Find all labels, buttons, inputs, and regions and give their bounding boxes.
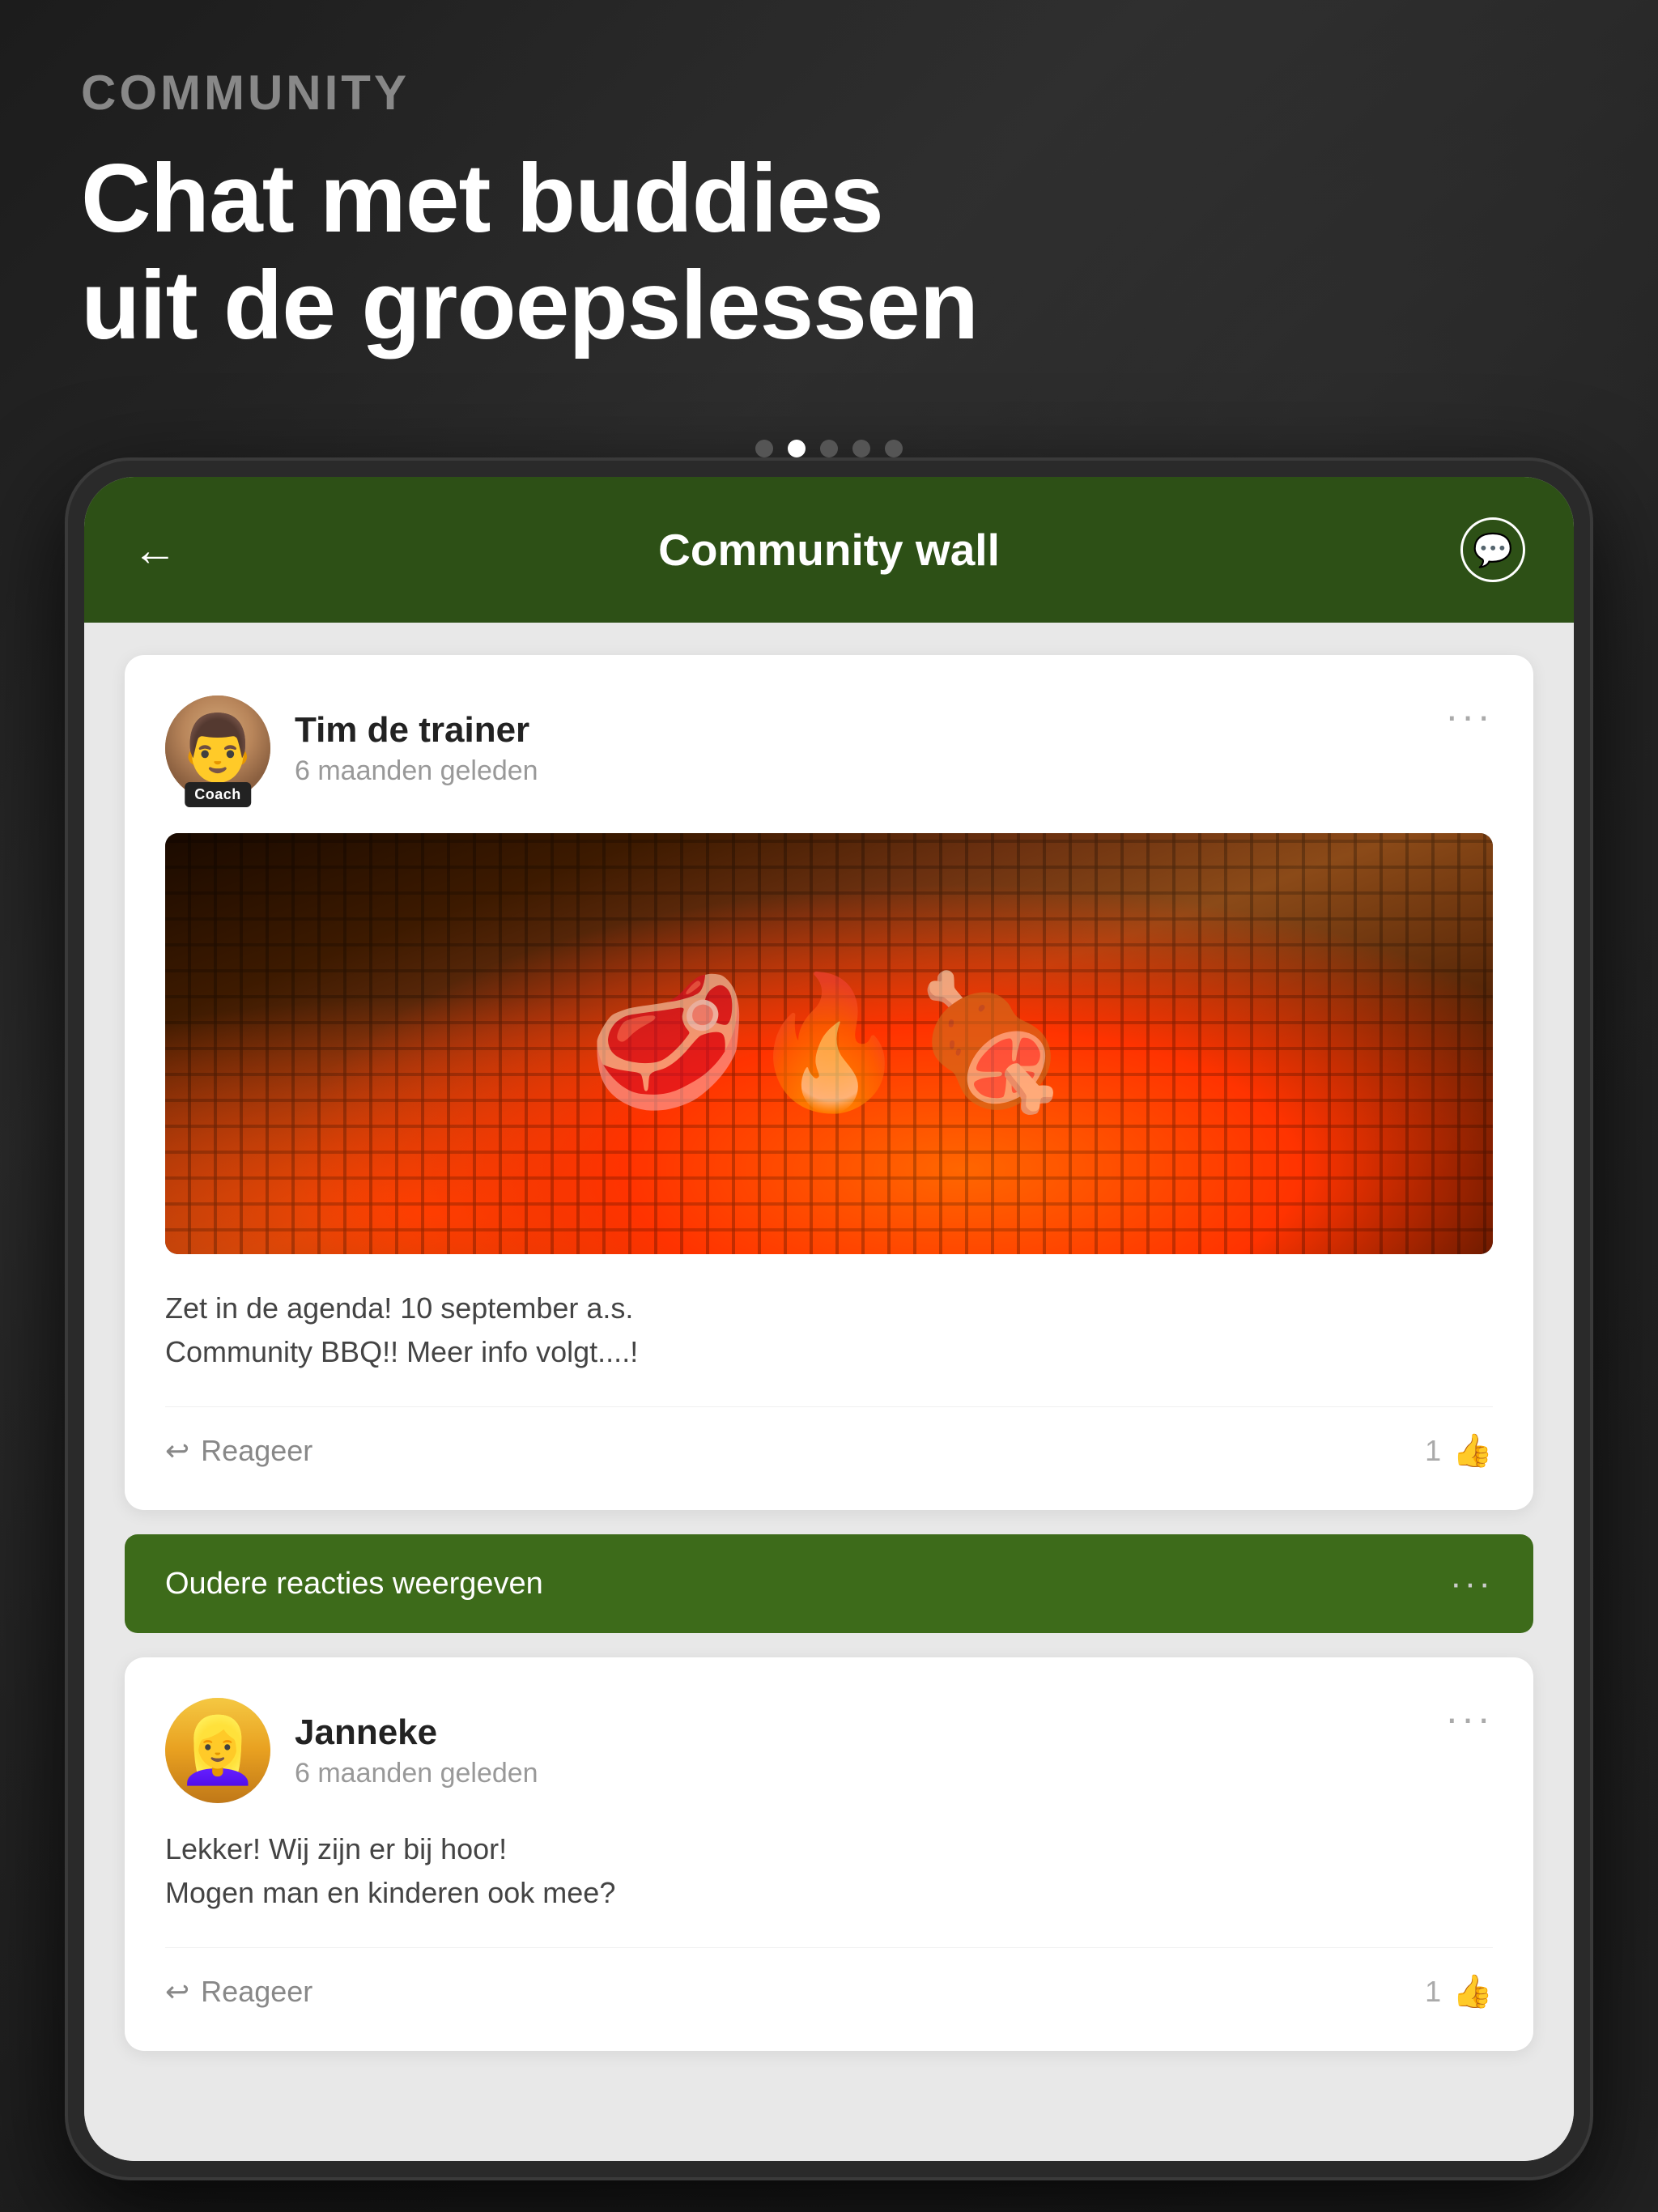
bbq-image-visual bbox=[165, 833, 1493, 1254]
older-text: Oudere reacties weergeven bbox=[165, 1567, 543, 1602]
pagination-dots bbox=[0, 440, 1658, 457]
author-info: Tim de trainer 6 maanden geleden bbox=[295, 710, 538, 787]
reply-button[interactable]: ↩ Reageer bbox=[165, 1434, 312, 1468]
reply-label: Reageer bbox=[201, 1434, 312, 1468]
post-card: Coach Tim de trainer 6 maanden geleden ·… bbox=[125, 655, 1533, 1510]
commenter-info: Janneke 6 maanden geleden bbox=[295, 1712, 538, 1789]
device-frame: ← Community wall 💬 bbox=[65, 457, 1593, 2180]
app-body: Coach Tim de trainer 6 maanden geleden ·… bbox=[84, 623, 1574, 2161]
like-count: 1 bbox=[1425, 1434, 1441, 1468]
commenter-name: Janneke bbox=[295, 1712, 538, 1753]
commenter-avatar-wrap bbox=[165, 1698, 270, 1803]
device-inner: ← Community wall 💬 bbox=[84, 477, 1574, 2161]
top-section: COMMUNITY Chat met buddies uit de groeps… bbox=[0, 0, 1658, 407]
coach-badge: Coach bbox=[185, 782, 251, 807]
app-header: ← Community wall 💬 bbox=[84, 477, 1574, 623]
author-avatar-wrap: Coach bbox=[165, 696, 270, 801]
post-time: 6 maanden geleden bbox=[295, 755, 538, 787]
dot-2[interactable] bbox=[788, 440, 806, 457]
comment-text-line1: Lekker! Wij zijn er bij hoor! bbox=[165, 1827, 1493, 1871]
dot-5[interactable] bbox=[885, 440, 903, 457]
post-image bbox=[165, 833, 1493, 1254]
comment-text: Lekker! Wij zijn er bij hoor! Mogen man … bbox=[165, 1827, 1493, 1915]
comment-like-count: 1 bbox=[1425, 1975, 1441, 2009]
comment-reply-button[interactable]: ↩ Reageer bbox=[165, 1975, 312, 2009]
heading-line1: Chat met buddies bbox=[81, 145, 1577, 252]
comment-like-icon[interactable]: 👍 bbox=[1452, 1972, 1493, 2010]
post-text: Zet in de agenda! 10 september a.s. Comm… bbox=[165, 1287, 1493, 1374]
commenter-avatar bbox=[165, 1698, 270, 1803]
dot-4[interactable] bbox=[852, 440, 870, 457]
reply-icon: ↩ bbox=[165, 1434, 189, 1468]
dot-1[interactable] bbox=[755, 440, 773, 457]
comment-reply-label: Reageer bbox=[201, 1975, 312, 2009]
janneke-avatar-image bbox=[165, 1698, 270, 1803]
comment-header: Janneke 6 maanden geleden ··· bbox=[165, 1698, 1493, 1803]
older-reactions-bar[interactable]: Oudere reacties weergeven ··· bbox=[125, 1534, 1533, 1633]
comment-text-line2: Mogen man en kinderen ook mee? bbox=[165, 1871, 1493, 1915]
comment-like-section: 1 👍 bbox=[1425, 1972, 1493, 2010]
post-text-line2: Community BBQ!! Meer info volgt....! bbox=[165, 1330, 1493, 1374]
back-button[interactable]: ← bbox=[133, 524, 177, 576]
comment-author: Janneke 6 maanden geleden bbox=[165, 1698, 538, 1803]
comment-footer: ↩ Reageer 1 👍 bbox=[165, 1947, 1493, 2010]
app-title: Community wall bbox=[658, 524, 1000, 576]
heading-line2: uit de groepslessen bbox=[81, 252, 1577, 359]
comment-card: Janneke 6 maanden geleden ··· Lekker! Wi… bbox=[125, 1657, 1533, 2051]
post-more-button[interactable]: ··· bbox=[1445, 696, 1493, 736]
comment-reply-icon: ↩ bbox=[165, 1975, 189, 2009]
chat-icon: 💬 bbox=[1473, 531, 1513, 569]
chat-button[interactable]: 💬 bbox=[1460, 517, 1525, 582]
like-section: 1 👍 bbox=[1425, 1431, 1493, 1470]
post-text-line1: Zet in de agenda! 10 september a.s. bbox=[165, 1287, 1493, 1330]
comment-time: 6 maanden geleden bbox=[295, 1758, 538, 1789]
author-name: Tim de trainer bbox=[295, 710, 538, 751]
dot-3[interactable] bbox=[820, 440, 838, 457]
main-heading: Chat met buddies uit de groepslessen bbox=[81, 145, 1577, 359]
comment-more-button[interactable]: ··· bbox=[1445, 1698, 1493, 1738]
like-icon[interactable]: 👍 bbox=[1452, 1431, 1493, 1470]
section-label: COMMUNITY bbox=[81, 65, 1577, 121]
older-more-button[interactable]: ··· bbox=[1450, 1563, 1493, 1604]
post-header: Coach Tim de trainer 6 maanden geleden ·… bbox=[165, 696, 1493, 801]
post-footer: ↩ Reageer 1 👍 bbox=[165, 1406, 1493, 1470]
post-author: Coach Tim de trainer 6 maanden geleden bbox=[165, 696, 538, 801]
